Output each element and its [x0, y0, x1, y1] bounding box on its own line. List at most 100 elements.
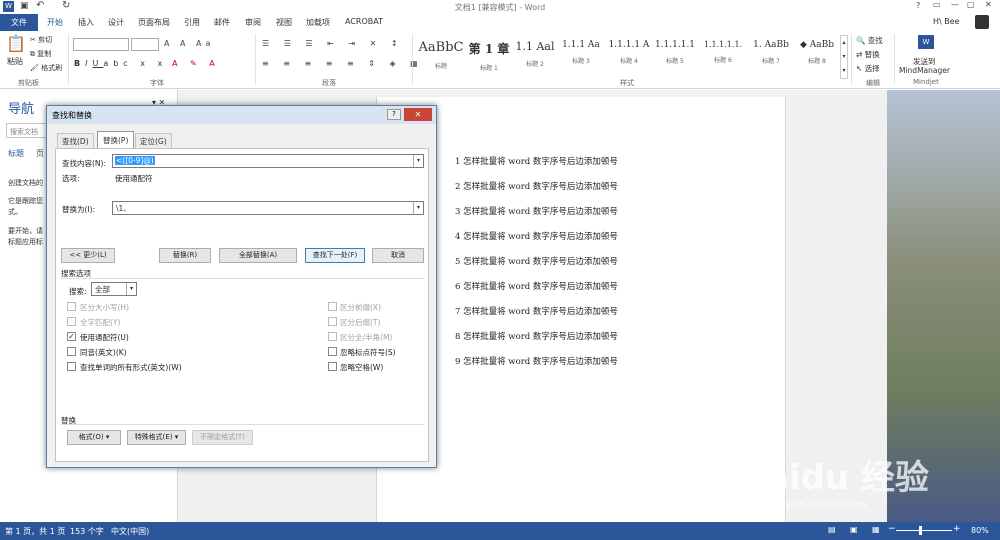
- view-print-icon[interactable]: ▣: [850, 525, 858, 534]
- dialog-title-bar[interactable]: 查找和替换 ? ✕: [47, 106, 436, 124]
- minimize-button[interactable]: —: [951, 0, 959, 9]
- tab-view[interactable]: 视图: [276, 17, 292, 28]
- document-line[interactable]: 1 怎样批量将 word 数字序号后边添加顿号: [455, 155, 618, 167]
- document-line[interactable]: 3 怎样批量将 word 数字序号后边添加顿号: [455, 205, 618, 217]
- ignore-space-checkbox[interactable]: [328, 362, 337, 371]
- replace-input[interactable]: \1、 ▾: [112, 201, 424, 215]
- wildcards-checkbox[interactable]: ✓: [67, 332, 76, 341]
- ribbon-options-icon[interactable]: ▭: [933, 0, 941, 9]
- less-button[interactable]: << 更少(L): [61, 248, 115, 263]
- match-width-checkbox[interactable]: [328, 332, 337, 341]
- match-prefix-checkbox[interactable]: [328, 302, 337, 311]
- document-line[interactable]: 4 怎样批量将 word 数字序号后边添加顿号: [455, 230, 618, 242]
- nav-title: 导航: [8, 102, 35, 117]
- style-heading4[interactable]: 1.1.1.1 A 标题 4: [606, 37, 652, 73]
- chevron-down-icon[interactable]: ▾: [126, 283, 136, 295]
- style-heading1[interactable]: 第 1 章标题 1: [466, 37, 512, 73]
- tab-references[interactable]: 引用: [184, 17, 200, 28]
- document-line[interactable]: 7 怎样批量将 word 数字序号后边添加顿号: [455, 305, 618, 317]
- maximize-button[interactable]: ▢: [967, 0, 975, 9]
- style-heading5[interactable]: 1.1.1.1.1 标题 5: [652, 37, 698, 73]
- divider: [894, 34, 895, 84]
- tab-review[interactable]: 审阅: [245, 17, 261, 28]
- font-size-tools[interactable]: A A Aa: [164, 39, 214, 48]
- paste-button[interactable]: 粘贴: [7, 56, 23, 67]
- match-suffix-checkbox[interactable]: [328, 317, 337, 326]
- sounds-like-checkbox[interactable]: [67, 347, 76, 356]
- chevron-down-icon[interactable]: ▾: [413, 155, 423, 167]
- divider: [851, 34, 852, 84]
- zoom-slider[interactable]: [896, 530, 952, 531]
- find-input[interactable]: <([0-9]@) ▾: [112, 154, 424, 168]
- close-button[interactable]: ✕: [985, 0, 992, 9]
- zoom-out-icon[interactable]: −: [888, 524, 896, 534]
- replace-all-button[interactable]: 全部替换(A): [219, 248, 297, 263]
- paste-icon[interactable]: 📋: [6, 34, 26, 53]
- special-button[interactable]: 特殊格式(E) ▾: [127, 430, 186, 445]
- avatar[interactable]: [975, 15, 989, 29]
- view-web-icon[interactable]: ▦: [872, 525, 880, 534]
- tab-acrobat[interactable]: ACROBAT: [345, 17, 383, 26]
- tab-mailings[interactable]: 邮件: [214, 17, 230, 28]
- document-line[interactable]: 8 怎样批量将 word 数字序号后边添加顿号: [455, 330, 618, 342]
- nav-tab-pages[interactable]: 页: [36, 148, 44, 159]
- document-line[interactable]: 9 怎样批量将 word 数字序号后边添加顿号: [455, 355, 618, 367]
- ignore-punct-checkbox[interactable]: [328, 347, 337, 356]
- document-line[interactable]: 5 怎样批量将 word 数字序号后边添加顿号: [455, 255, 618, 267]
- document-line[interactable]: 6 怎样批量将 word 数字序号后边添加顿号: [455, 280, 618, 292]
- language[interactable]: 中文(中国): [111, 526, 149, 537]
- tab-addins[interactable]: 加载项: [306, 17, 330, 28]
- font-format-tools[interactable]: BIUabc x x: [74, 59, 167, 68]
- tab-layout[interactable]: 页面布局: [138, 17, 170, 28]
- find-button[interactable]: 🔍 查找: [856, 35, 883, 46]
- search-scope-select[interactable]: 全部 ▾: [91, 282, 137, 296]
- cut-button[interactable]: ✂ 剪切: [30, 35, 52, 45]
- style-heading3[interactable]: 1.1.1 Aa 标题 3: [558, 37, 604, 73]
- tab-replace[interactable]: 替换(P): [97, 131, 135, 149]
- cancel-button[interactable]: 取消: [372, 248, 424, 263]
- word-forms-checkbox[interactable]: [67, 362, 76, 371]
- find-next-button[interactable]: 查找下一处(F): [305, 248, 365, 263]
- font-color-tools[interactable]: A ✎ A: [172, 59, 220, 68]
- mindjet-group-label: Mindjet: [913, 78, 939, 86]
- styles-scroll[interactable]: ▴ ▾ ▾: [840, 35, 848, 79]
- zoom-slider-handle[interactable]: [919, 526, 922, 535]
- style-heading7[interactable]: 1. AaBb 标题 7: [748, 37, 794, 73]
- chevron-down-icon[interactable]: ▾: [413, 202, 423, 214]
- style-heading6[interactable]: 1.1.1.1.1. 标题 6: [700, 37, 746, 73]
- nav-tab-headings[interactable]: 标题: [8, 148, 24, 159]
- font-name-select[interactable]: [73, 38, 129, 51]
- zoom-in-icon[interactable]: +: [953, 524, 961, 534]
- font-size-select[interactable]: [131, 38, 159, 51]
- style-heading2[interactable]: 1.1 Aal 标题 2: [512, 37, 558, 73]
- replace-button[interactable]: 替换(R): [159, 248, 211, 263]
- help-button[interactable]: ?: [916, 1, 920, 10]
- dialog-title: 查找和替换: [52, 111, 92, 120]
- style-title[interactable]: AaBbC 标题: [418, 37, 464, 73]
- dialog-close-button[interactable]: ✕: [404, 108, 432, 121]
- word-count[interactable]: 153 个字: [70, 526, 104, 537]
- match-case-checkbox[interactable]: [67, 302, 76, 311]
- no-formatting-button[interactable]: 不限定格式(T): [192, 430, 253, 445]
- mindmanager-icon[interactable]: W: [918, 35, 934, 49]
- page-count[interactable]: 第 1 页，共 1 页: [5, 526, 65, 537]
- format-painter-button[interactable]: 🖌 格式刷: [30, 63, 62, 73]
- replace-button[interactable]: ⇄ 替换: [856, 49, 880, 60]
- tab-insert[interactable]: 插入: [78, 17, 94, 28]
- tab-file[interactable]: 文件: [0, 14, 38, 31]
- select-button[interactable]: ↖ 选择: [856, 63, 880, 74]
- copy-button[interactable]: ⧉ 复制: [30, 49, 51, 59]
- view-read-icon[interactable]: ▤: [828, 525, 836, 534]
- alignment-tools[interactable]: ≡ ≡ ≡ ≡ ≡ ⇕ ◈ ▦: [262, 59, 424, 68]
- mindmanager-label[interactable]: MindManager: [899, 66, 950, 75]
- document-line[interactable]: 2 怎样批量将 word 数字序号后边添加顿号: [455, 180, 618, 192]
- format-button[interactable]: 格式(O) ▾: [67, 430, 121, 445]
- tab-home[interactable]: 开始: [47, 17, 63, 28]
- user-name[interactable]: H\ Bee: [933, 17, 960, 26]
- style-heading8[interactable]: ◆ AaBb 标题 8: [794, 37, 840, 73]
- whole-word-checkbox[interactable]: [67, 317, 76, 326]
- zoom-level[interactable]: 80%: [971, 526, 989, 535]
- dialog-help-button[interactable]: ?: [387, 109, 401, 120]
- list-tools[interactable]: ☰ ☰ ☰ ⇤ ⇥ ✕ ↕: [262, 39, 404, 48]
- tab-design[interactable]: 设计: [108, 17, 124, 28]
